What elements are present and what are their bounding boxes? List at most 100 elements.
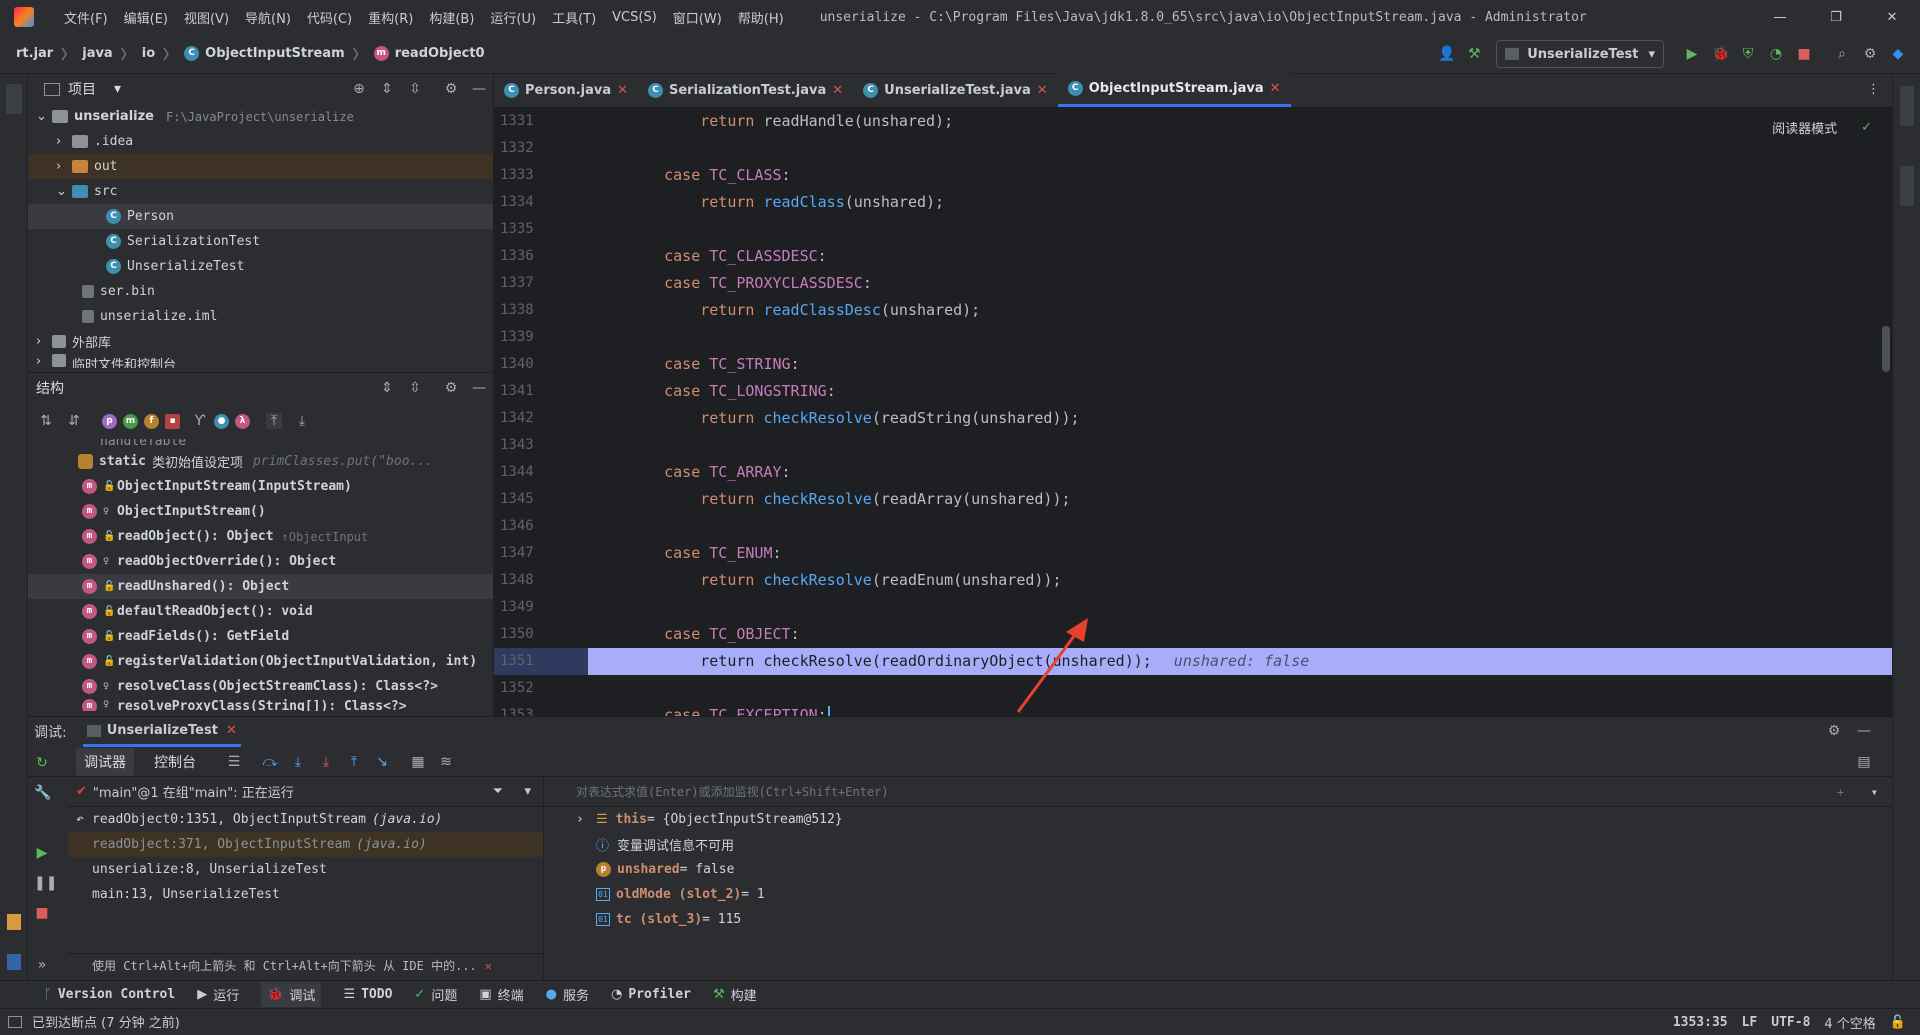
tool-debug[interactable]: 🐞 调试 <box>261 982 322 1007</box>
inherited-icon[interactable]: m <box>123 413 138 429</box>
line-number[interactable]: 1349 <box>494 594 600 621</box>
reader-mode-toggle[interactable]: 阅读器模式 ✓ <box>1772 118 1872 137</box>
tab-debugger[interactable]: 调试器 <box>76 747 134 776</box>
code-line[interactable] <box>600 216 1892 243</box>
debug-bug-icon[interactable]: 🐞 <box>1712 46 1729 62</box>
code-line[interactable]: return checkResolve(readString(unshared)… <box>600 405 1892 432</box>
gear-icon[interactable]: ⚙ <box>1862 46 1878 62</box>
tree-item-src[interactable]: ⌄ src <box>28 179 493 204</box>
line-number[interactable]: 1340 <box>494 351 600 378</box>
sort-alpha-icon[interactable]: ⇅ <box>38 413 54 429</box>
file-encoding[interactable]: UTF-8 <box>1771 1015 1810 1030</box>
breadcrumb-method[interactable]: readObject0 <box>395 46 485 61</box>
frame-item[interactable]: readObject:371, ObjectInputStream (java.… <box>68 832 543 857</box>
editor-scrollbar[interactable] <box>1882 326 1890 372</box>
tool-version-control[interactable]: ᚴ Version Control <box>44 987 175 1002</box>
step-over-icon[interactable]: ⤼ <box>262 754 278 770</box>
code-line[interactable]: case TC_PROXYCLASSDESC: <box>600 270 1892 297</box>
close-icon[interactable]: ✕ <box>485 959 492 973</box>
struct-item-method[interactable]: m 🔓 readUnshared(): Object <box>28 574 493 599</box>
line-number[interactable]: 1332 <box>494 135 600 162</box>
code-line[interactable]: case TC_CLASSDESC: <box>600 243 1892 270</box>
line-number[interactable]: 1344 <box>494 459 600 486</box>
structure-tool-icon[interactable] <box>7 954 21 970</box>
tab-console[interactable]: 控制台 <box>154 752 196 772</box>
sort-visibility-icon[interactable]: ⇵ <box>66 413 82 429</box>
code-line[interactable]: return checkResolve(readEnum(unshared)); <box>600 567 1892 594</box>
resume-icon[interactable]: ▶ <box>34 845 50 861</box>
tree-item-root[interactable]: ⌄ unserialize F:\JavaProject\unserialize <box>28 104 493 129</box>
filter-icon[interactable]: ⏷ <box>493 784 503 799</box>
breadcrumb-class[interactable]: ObjectInputStream <box>205 46 345 61</box>
tool-terminal[interactable]: ▣ 终端 <box>479 985 523 1004</box>
code-line[interactable] <box>600 432 1892 459</box>
code-line[interactable]: return readHandle(unshared); <box>600 108 1892 135</box>
close-tab-icon[interactable]: ✕ <box>1037 83 1048 98</box>
close-tab-icon[interactable]: ✕ <box>1270 81 1281 96</box>
chevron-down-icon[interactable]: ▾ <box>1871 785 1878 799</box>
line-number[interactable]: 1348 <box>494 567 600 594</box>
menu-navigate[interactable]: 导航(N) <box>245 8 291 27</box>
breadcrumb-io[interactable]: io <box>142 46 155 61</box>
coverage-icon[interactable]: ⛨ <box>1740 46 1756 62</box>
struct-item-method[interactable]: m ♀ readObjectOverride(): Object <box>28 549 493 574</box>
code-line[interactable] <box>600 135 1892 162</box>
minimize-icon[interactable]: — <box>1752 10 1808 25</box>
tree-item-external-libs[interactable]: › 外部库 <box>28 329 493 354</box>
code-line[interactable] <box>600 324 1892 351</box>
tool-todo[interactable]: ☰ TODO <box>343 987 392 1002</box>
line-number[interactable]: 1335 <box>494 216 600 243</box>
caret-position[interactable]: 1353:35 <box>1673 1015 1728 1030</box>
struct-item-method[interactable]: m 🔓 ObjectInputStream(InputStream) <box>28 474 493 499</box>
more-tabs-icon[interactable]: ⋮ <box>1867 82 1880 97</box>
project-panel-title[interactable]: 项目 <box>68 79 96 99</box>
rerun-icon[interactable]: ↻ <box>34 755 50 771</box>
non-public-lock-icon[interactable]: ▪ <box>165 413 180 429</box>
lambda-icon[interactable]: λ <box>235 413 250 429</box>
code-line[interactable] <box>600 675 1892 702</box>
code-line[interactable]: case TC_ARRAY: <box>600 459 1892 486</box>
hide-panel-icon[interactable]: — <box>1856 723 1872 739</box>
step-into-icon[interactable]: ⤓ <box>290 754 306 770</box>
notifications-bell-icon[interactable] <box>1900 166 1914 206</box>
lock-icon[interactable]: 🔓 <box>1890 1015 1906 1030</box>
anonymous-icon[interactable]: ● <box>214 413 229 429</box>
struct-item-static-init[interactable]: static 类初始值设定项 primClasses.put("boo... <box>28 449 493 474</box>
line-number[interactable]: 1352 <box>494 675 600 702</box>
tab-person[interactable]: C Person.java ✕ <box>494 73 638 107</box>
run-config-select[interactable]: UnserializeTest ▾ <box>1496 40 1664 68</box>
line-separator[interactable]: LF <box>1742 1015 1758 1030</box>
autoscroll-from-source-icon[interactable]: ⤓ <box>294 413 310 429</box>
database-tool-icon[interactable] <box>1900 86 1914 126</box>
hide-panel-icon[interactable]: — <box>471 81 487 97</box>
tree-item-idea[interactable]: › .idea <box>28 129 493 154</box>
line-number[interactable]: 1331 <box>494 108 600 135</box>
menu-build[interactable]: 构建(B) <box>429 8 474 27</box>
chevron-down-icon[interactable]: ▾ <box>114 81 121 97</box>
tree-item-out[interactable]: › out <box>28 154 493 179</box>
struct-item-method[interactable]: m ♀ resolveClass(ObjectStreamClass): Cla… <box>28 674 493 699</box>
code-line[interactable]: case TC_ENUM: <box>600 540 1892 567</box>
tree-item-iml[interactable]: unserialize.iml <box>28 304 493 329</box>
debug-session-tab[interactable]: UnserializeTest ✕ <box>82 717 241 747</box>
menu-help[interactable]: 帮助(H) <box>738 8 784 27</box>
code-line[interactable]: return readClassDesc(unshared); <box>600 297 1892 324</box>
hide-panel-icon[interactable]: — <box>471 380 487 396</box>
menu-tools[interactable]: 工具(T) <box>552 8 596 27</box>
collapse-all-icon[interactable]: ⇳ <box>407 380 423 396</box>
struct-item-method[interactable]: m 🔓 registerValidation(ObjectInputValida… <box>28 649 493 674</box>
gear-icon[interactable]: ⚙ <box>1826 723 1842 739</box>
var-this[interactable]: › ☰ this = {ObjectInputStream@512} <box>544 807 1892 832</box>
restore-icon[interactable]: ❐ <box>1808 10 1864 25</box>
code-area[interactable]: return readHandle(unshared); case TC_CLA… <box>588 108 1892 724</box>
tool-problems[interactable]: ✓ 问题 <box>414 985 457 1004</box>
evaluate-input[interactable]: 对表达式求值(Enter)或添加监视(Ctrl+Shift+Enter) <box>576 783 889 800</box>
frame-item-current[interactable]: ↶ readObject0:1351, ObjectInputStream (j… <box>68 807 543 832</box>
line-number[interactable]: 1341 <box>494 378 600 405</box>
struct-item-method[interactable]: m ♀ resolveProxyClass(String[]): Class<?… <box>28 699 493 711</box>
menu-edit[interactable]: 编辑(E) <box>124 8 168 27</box>
force-step-into-icon[interactable]: ⤓ <box>318 754 334 770</box>
code-line[interactable]: case TC_OBJECT: <box>600 621 1892 648</box>
menu-run[interactable]: 运行(U) <box>490 8 536 27</box>
tab-unserializetest[interactable]: C UnserializeTest.java ✕ <box>853 73 1058 107</box>
